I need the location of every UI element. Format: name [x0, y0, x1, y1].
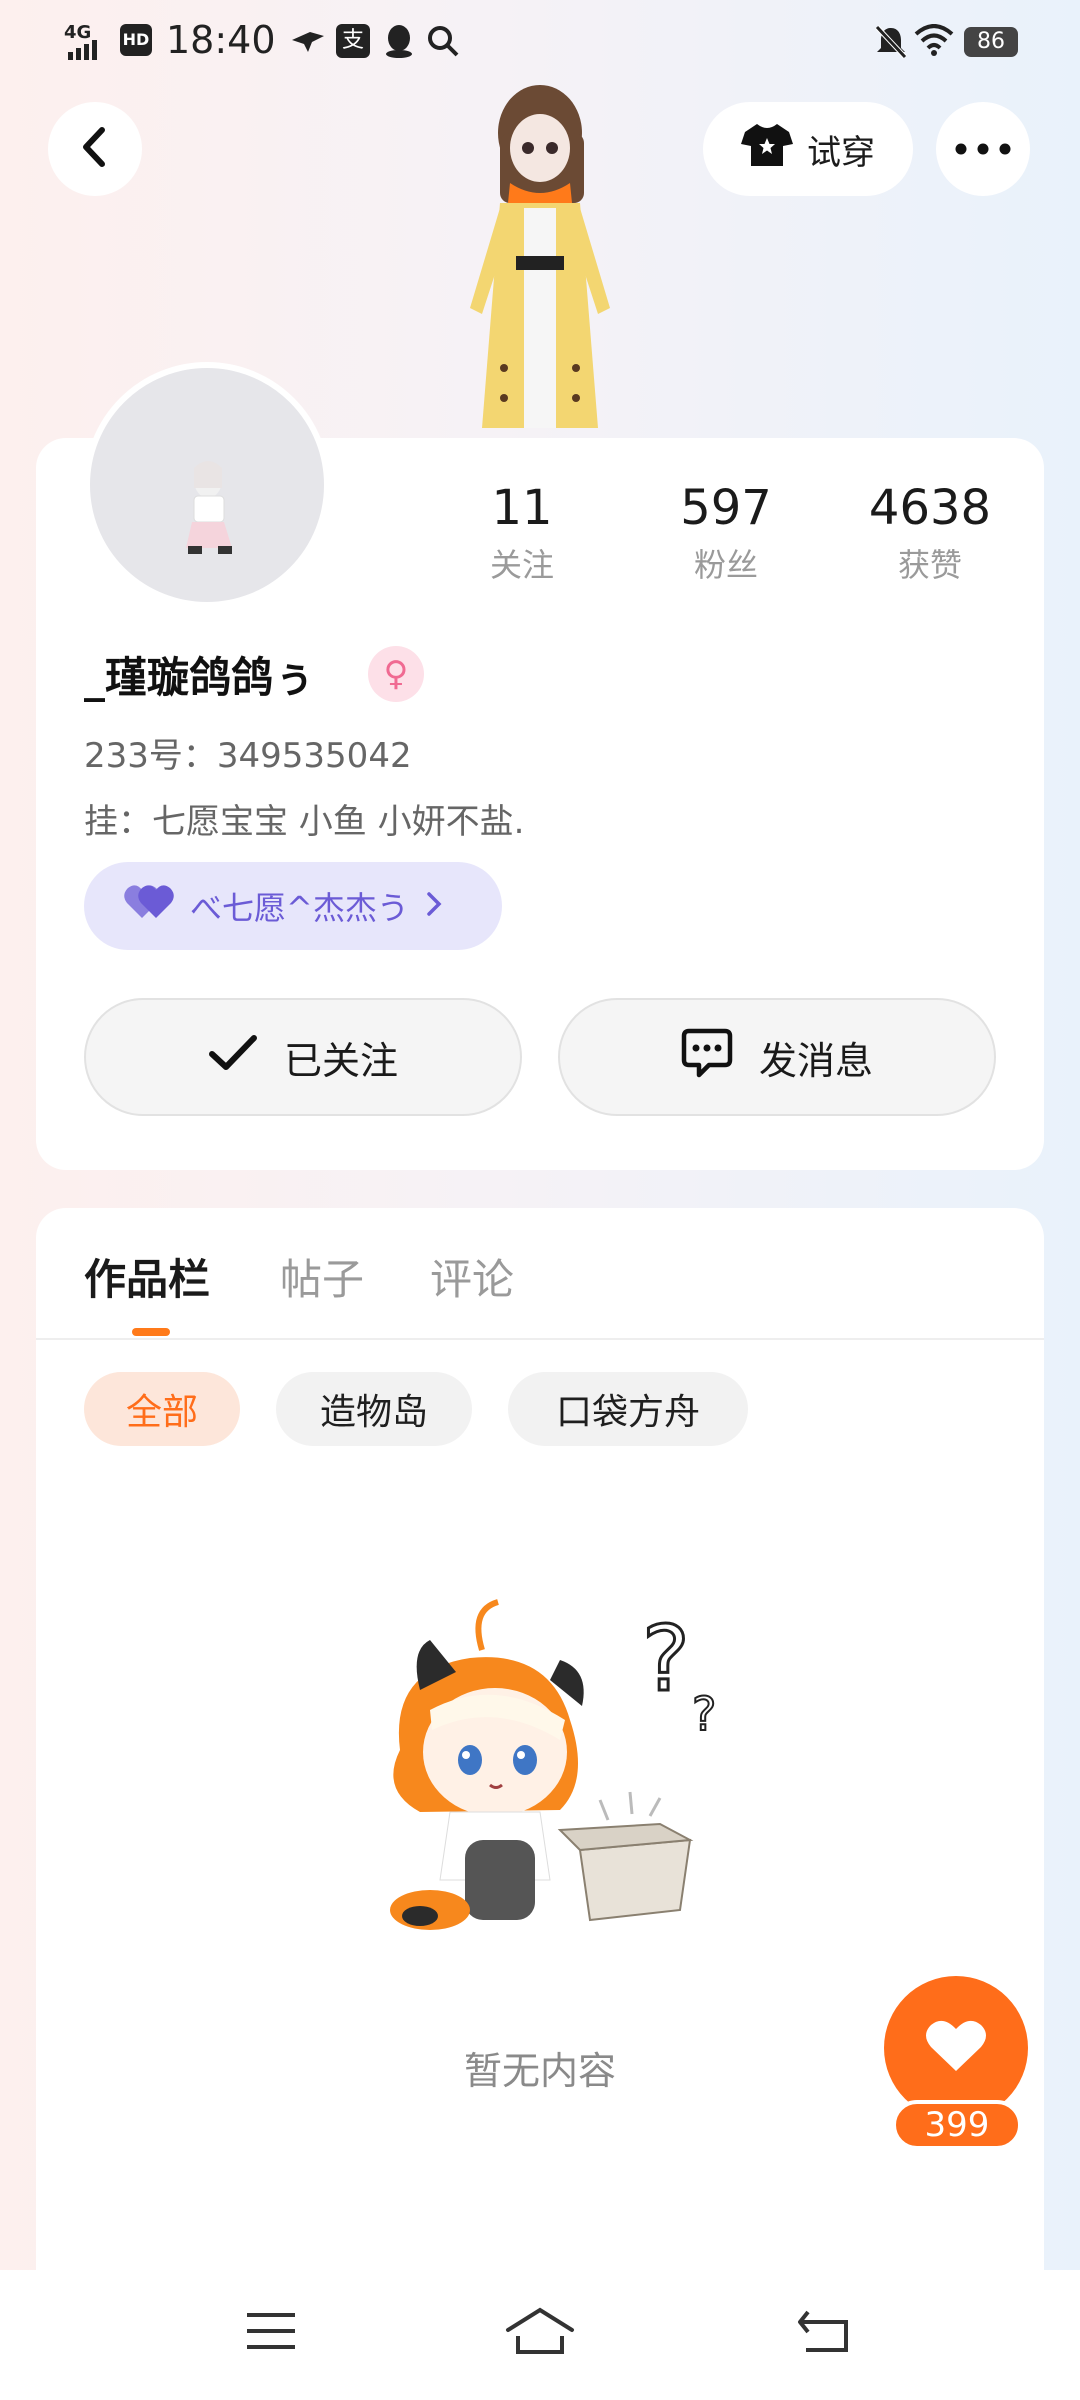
stat-following[interactable]: 11 关注	[442, 480, 602, 586]
try-on-button[interactable]: 试穿	[703, 102, 913, 196]
double-heart-icon	[124, 882, 174, 930]
back-button[interactable]	[48, 102, 142, 196]
svg-text:?: ?	[642, 1607, 690, 1712]
signal-icon	[66, 40, 106, 64]
filter-all[interactable]: 全部	[84, 1372, 240, 1446]
system-nav-bar	[0, 2270, 1080, 2400]
home-icon[interactable]	[504, 2306, 576, 2360]
qq-icon	[384, 24, 414, 62]
status-time: 18:40	[166, 18, 276, 62]
stat-likes[interactable]: 4638 获赞	[850, 480, 1010, 586]
stat-value: 4638	[868, 480, 992, 536]
tab-divider	[36, 1338, 1044, 1340]
profile-bio: 挂：七愿宝宝 小鱼 小妍不盐.	[84, 802, 525, 842]
svg-text:?: ?	[692, 1687, 716, 1741]
following-button-label: 已关注	[283, 1038, 398, 1083]
search-icon	[426, 24, 460, 62]
active-tab-indicator	[132, 1328, 170, 1336]
chevron-left-icon	[80, 126, 110, 172]
empty-state-illustration: ? ?	[360, 1580, 760, 1994]
avatar-figure-thumbnail	[186, 461, 232, 554]
send-message-label: 发消息	[758, 1038, 873, 1083]
female-gender-icon: ♀	[368, 646, 424, 702]
menu-icon[interactable]	[244, 2310, 298, 2356]
alipay-icon: 支	[336, 24, 370, 58]
more-button[interactable]	[936, 102, 1030, 196]
tab-posts[interactable]: 帖子	[280, 1246, 364, 1307]
app-notification-icon	[290, 26, 326, 60]
status-bar: 4G HD 18:40 支 86	[0, 0, 1080, 86]
relation-tag[interactable]: べ七愿^杰杰う	[84, 862, 502, 950]
check-icon	[208, 1034, 258, 1081]
send-message-button[interactable]: 发消息	[558, 998, 996, 1116]
avatar-figure	[420, 78, 660, 438]
shirt-icon	[741, 122, 793, 177]
filter-creation-island[interactable]: 造物岛	[276, 1372, 472, 1446]
filter-pocket-ark[interactable]: 口袋方舟	[508, 1372, 748, 1446]
heart-icon	[925, 2019, 987, 2077]
more-dots-icon	[955, 140, 1011, 159]
relation-tag-label: べ七愿^杰杰う	[190, 889, 409, 927]
profile-uid: 233号：349535042	[84, 736, 412, 776]
profile-name: _瑾璇鸽鸽ぅ	[84, 653, 316, 702]
tab-comments[interactable]: 评论	[430, 1246, 514, 1307]
try-on-label: 试穿	[807, 132, 875, 173]
wifi-icon	[914, 24, 954, 60]
stat-value: 597	[680, 480, 772, 536]
like-button[interactable]	[884, 1976, 1028, 2120]
battery-indicator: 86	[964, 27, 1018, 57]
following-button[interactable]: 已关注	[84, 998, 522, 1116]
chat-bubble-icon	[681, 1028, 733, 1087]
stat-label: 关注	[489, 546, 554, 584]
stat-label: 粉丝	[693, 546, 758, 584]
hd-icon: HD	[120, 24, 152, 56]
stat-value: 11	[491, 480, 553, 536]
chevron-right-icon	[425, 887, 443, 925]
mute-icon	[874, 24, 908, 64]
stat-label: 获赞	[897, 546, 962, 584]
avatar[interactable]	[84, 362, 330, 608]
like-count: 399	[892, 2100, 1022, 2150]
back-nav-icon[interactable]	[796, 2308, 850, 2358]
stat-followers[interactable]: 597 粉丝	[646, 480, 806, 586]
tab-works[interactable]: 作品栏	[84, 1246, 210, 1307]
